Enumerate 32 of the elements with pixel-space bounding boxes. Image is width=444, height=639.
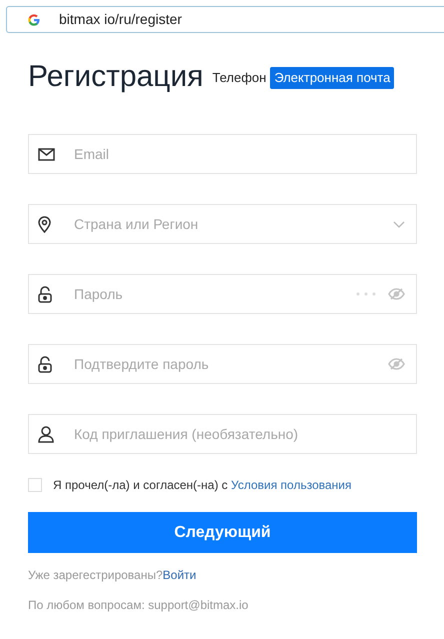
text-field[interactable]: Пароль [28,274,417,314]
input-field[interactable]: Страна или Регион [74,214,393,234]
address-bar[interactable]: bitmax io/ru/register [6,6,444,33]
agreement-text: Я прочел(-ла) и согласен(-на) с Условия пользования [53,477,352,494]
page-title: Регистрация [28,62,204,92]
login-prompt: Уже зарегестрированы?Войти [28,567,198,584]
dots-icon [356,292,376,296]
tab[interactable]: Телефон [211,67,268,89]
location-pin-icon [38,216,51,232]
login-link[interactable]: Войти [162,568,196,582]
text-field[interactable]: Email [28,134,417,174]
next-button[interactable]: Следующий [28,512,417,553]
input-field[interactable]: Код приглашения (необязательно) [74,424,405,444]
hidden-eye-icon[interactable] [388,358,405,370]
text-field[interactable]: Подтвердите пароль [28,344,417,384]
terms-link[interactable]: Условия пользования [231,478,352,492]
lock-icon [38,286,52,302]
input-field[interactable]: Email [74,144,405,164]
url-text: bitmax io/ru/register [59,10,182,29]
input-field[interactable]: Пароль [74,284,356,304]
support-text: По любом вопросам: support@bitmax.io [28,597,250,614]
chevron-down-icon[interactable] [393,220,405,228]
tab[interactable]: Электронная почта [270,67,394,89]
google-logo-icon [28,14,40,26]
text-field[interactable]: Страна или Регион [28,204,417,244]
lock-icon [38,356,52,372]
hidden-eye-icon[interactable] [388,288,405,300]
mail-icon [38,148,55,160]
input-field[interactable]: Подтвердите пароль [74,354,388,374]
text-field[interactable]: Код приглашения (необязательно) [28,414,417,454]
checkbox[interactable] [28,478,42,492]
user-icon [38,426,54,442]
